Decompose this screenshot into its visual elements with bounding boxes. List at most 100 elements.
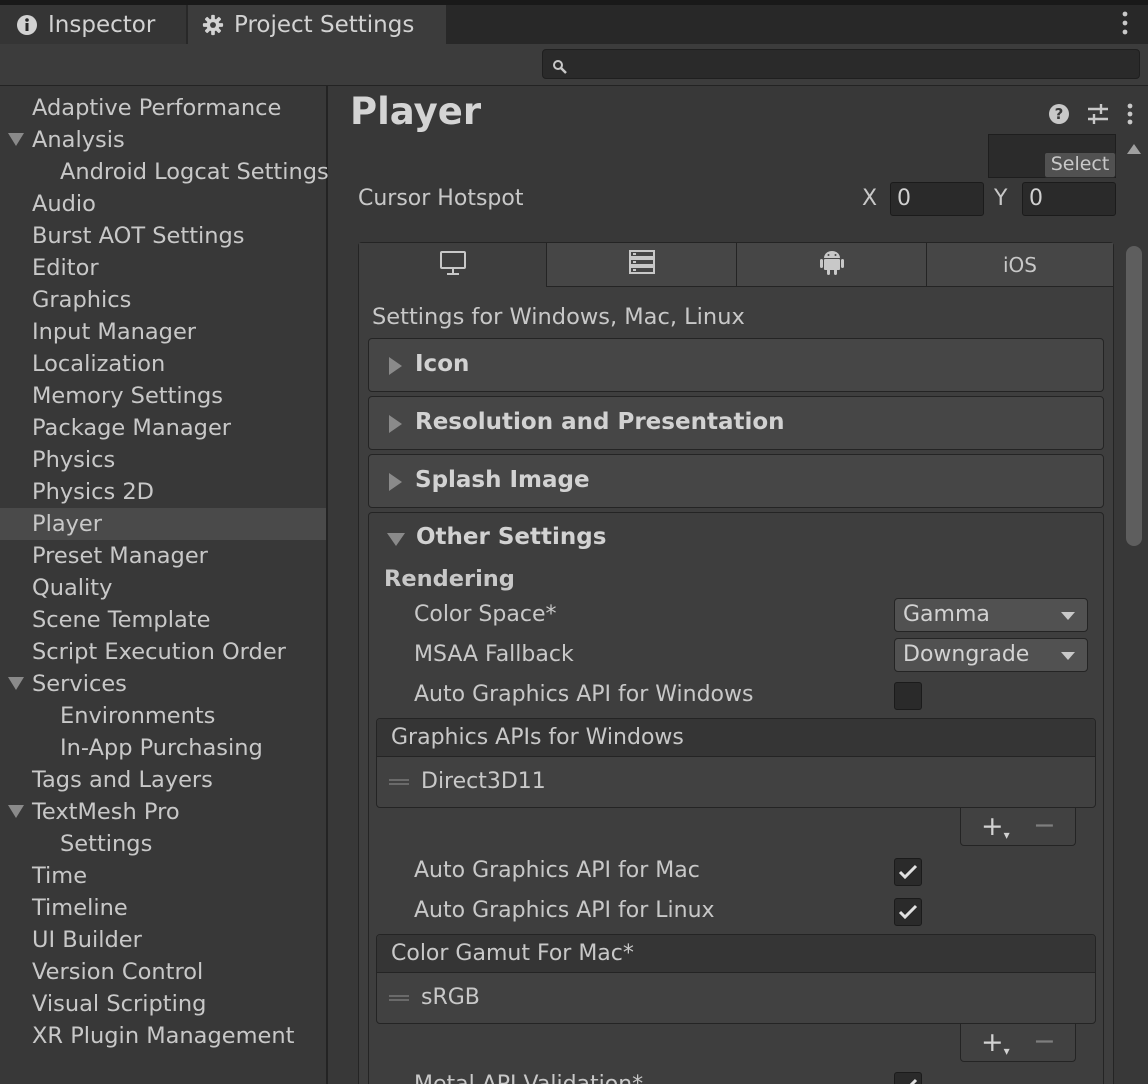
window-tab-bar: Inspector Project Settings (0, 0, 1148, 44)
sidebar-item-label: Tags and Layers (32, 767, 213, 793)
search-row (0, 44, 1148, 86)
foldout-splash-section[interactable]: Splash Image (368, 454, 1104, 508)
collapsed-arrow-icon (389, 357, 402, 375)
sidebar-item-android-logcat[interactable]: Android Logcat Settings (0, 156, 329, 188)
search-input[interactable] (542, 49, 1140, 79)
metal-api-validation-checkbox[interactable] (894, 1072, 922, 1084)
sidebar-item-package-manager[interactable]: Package Manager (0, 412, 326, 444)
sidebar-item-scene-template[interactable]: Scene Template (0, 604, 326, 636)
sidebar-item-script-execution-order[interactable]: Script Execution Order (0, 636, 326, 668)
window-menu-icon[interactable] (1120, 10, 1130, 36)
sidebar-item-physics[interactable]: Physics (0, 444, 326, 476)
scroll-up-arrow-icon[interactable] (1127, 144, 1141, 154)
graphics-apis-list: Graphics APIs for Windows Direct3D11 (376, 718, 1096, 808)
settings-sidebar: Adaptive Performance Analysis Android Lo… (0, 86, 329, 1084)
sidebar-item-time[interactable]: Time (0, 860, 326, 892)
sidebar-item-player[interactable]: Player (0, 508, 326, 540)
remove-item-icon[interactable]: − (1033, 810, 1056, 841)
foldout-resolution-section[interactable]: Resolution and Presentation (368, 396, 1104, 450)
sidebar-item-editor[interactable]: Editor (0, 252, 326, 284)
expand-triangle-icon[interactable] (8, 133, 24, 146)
sidebar-item-preset-manager[interactable]: Preset Manager (0, 540, 326, 572)
sidebar-item-localization[interactable]: Localization (0, 348, 326, 380)
sidebar-item-version-control[interactable]: Version Control (0, 956, 326, 988)
expanded-arrow-icon[interactable] (387, 533, 405, 546)
header-icons: ? (1048, 102, 1134, 132)
sidebar-item-physics-2d[interactable]: Physics 2D (0, 476, 326, 508)
expand-triangle-icon[interactable] (8, 805, 24, 818)
sidebar-item-in-app-purchasing[interactable]: In-App Purchasing (0, 732, 326, 764)
more-options-icon[interactable] (1126, 102, 1134, 132)
sidebar-item-label: Localization (32, 351, 166, 377)
color-space-dropdown[interactable]: Gamma (894, 598, 1088, 632)
sidebar-item-services[interactable]: Services (0, 668, 326, 700)
foldout-icon-section[interactable]: Icon (368, 338, 1104, 392)
sidebar-item-visual-scripting[interactable]: Visual Scripting (0, 988, 326, 1020)
player-settings-panel: Player ? Select Cursor Hotspot X 0 Y 0 i… (330, 86, 1148, 1084)
dropdown-value: Gamma (903, 602, 990, 627)
msaa-fallback-label: MSAA Fallback (414, 642, 574, 667)
list-item[interactable]: Direct3D11 (377, 757, 1095, 807)
presets-icon[interactable] (1086, 103, 1110, 131)
sidebar-item-textmesh-pro[interactable]: TextMesh Pro (0, 796, 326, 828)
tab-inspector[interactable]: Inspector (0, 5, 186, 44)
sidebar-item-label: Timeline (32, 895, 128, 921)
help-icon[interactable]: ? (1048, 103, 1070, 131)
sidebar-item-label: Memory Settings (32, 383, 223, 409)
tab-project-settings[interactable]: Project Settings (188, 5, 446, 44)
sidebar-item-graphics[interactable]: Graphics (0, 284, 326, 316)
expand-triangle-icon[interactable] (8, 677, 24, 690)
sidebar-item-audio[interactable]: Audio (0, 188, 326, 220)
sidebar-item-xr-plugin-management[interactable]: XR Plugin Management (0, 1020, 326, 1052)
sidebar-item-timeline[interactable]: Timeline (0, 892, 326, 924)
select-texture-button[interactable]: Select (1044, 152, 1116, 178)
checkmark-icon (898, 904, 918, 920)
sidebar-item-tags-and-layers[interactable]: Tags and Layers (0, 764, 326, 796)
sidebar-item-textmesh-settings[interactable]: Settings (0, 828, 326, 860)
sidebar-item-label: In-App Purchasing (60, 735, 263, 761)
sidebar-item-memory-settings[interactable]: Memory Settings (0, 380, 326, 412)
tab-platform-ios[interactable]: iOS (927, 243, 1113, 287)
color-space-label: Color Space* (414, 602, 557, 627)
list-header: Graphics APIs for Windows (377, 719, 1095, 757)
drag-handle-icon[interactable] (389, 779, 409, 785)
add-item-icon[interactable]: +▾ (981, 1027, 1010, 1058)
sidebar-item-analysis[interactable]: Analysis (0, 124, 326, 156)
cursor-hotspot-label: Cursor Hotspot (358, 186, 524, 211)
sidebar-item-environments[interactable]: Environments (0, 700, 326, 732)
drag-handle-icon[interactable] (389, 995, 409, 1001)
hotspot-y-field[interactable]: 0 (1022, 182, 1116, 216)
add-item-icon[interactable]: +▾ (981, 811, 1010, 842)
scrollbar-thumb[interactable] (1126, 246, 1142, 546)
tab-platform-standalone[interactable] (359, 243, 547, 287)
hotspot-x-field[interactable]: 0 (890, 182, 984, 216)
auto-graphics-mac-checkbox[interactable] (894, 858, 922, 886)
sidebar-item-input-manager[interactable]: Input Manager (0, 316, 326, 348)
sidebar-item-label: Scene Template (32, 607, 211, 633)
list-footer: +▾ − (960, 808, 1076, 846)
sidebar-item-label: Input Manager (32, 319, 197, 345)
sidebar-item-label: Quality (32, 575, 113, 601)
auto-graphics-windows-checkbox[interactable] (894, 682, 922, 710)
tab-project-settings-label: Project Settings (234, 11, 415, 38)
chevron-down-icon (1061, 612, 1075, 620)
sidebar-item-adaptive-performance[interactable]: Adaptive Performance (0, 92, 326, 124)
sidebar-item-label: Audio (32, 191, 96, 217)
sidebar-item-burst-aot[interactable]: Burst AOT Settings (0, 220, 326, 252)
other-settings-title[interactable]: Other Settings (416, 524, 606, 550)
sidebar-item-label: Settings (60, 831, 153, 857)
sidebar-item-ui-builder[interactable]: UI Builder (0, 924, 326, 956)
auto-graphics-linux-checkbox[interactable] (894, 898, 922, 926)
tab-platform-android[interactable] (737, 243, 927, 287)
remove-item-icon[interactable]: − (1033, 1026, 1056, 1057)
sidebar-item-quality[interactable]: Quality (0, 572, 326, 604)
hotspot-x-label: X (862, 186, 878, 211)
auto-graphics-linux-label: Auto Graphics API for Linux (414, 898, 715, 923)
tab-platform-server[interactable] (547, 243, 737, 287)
auto-graphics-windows-label: Auto Graphics API for Windows (414, 682, 754, 707)
checkmark-icon (898, 864, 918, 880)
list-item[interactable]: sRGB (377, 973, 1095, 1023)
page-title: Player (350, 90, 482, 133)
msaa-fallback-dropdown[interactable]: Downgrade (894, 638, 1088, 672)
auto-graphics-mac-label: Auto Graphics API for Mac (414, 858, 700, 883)
